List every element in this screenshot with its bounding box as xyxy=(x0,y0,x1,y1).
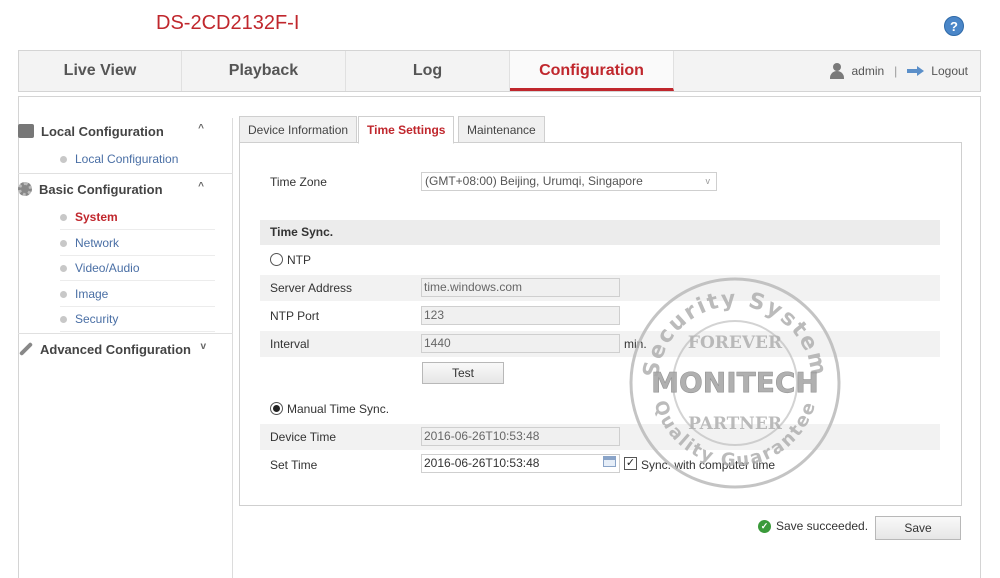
nav-tab-log[interactable]: Log xyxy=(346,51,510,91)
tab-time-settings[interactable]: Time Settings xyxy=(358,116,455,144)
check-circle-icon: ✓ xyxy=(758,519,771,533)
chevron-up-icon: ^ xyxy=(198,123,204,134)
user-icon xyxy=(829,63,845,79)
sidebar-item-label: Network xyxy=(75,236,120,250)
bullet-icon xyxy=(60,240,67,248)
tab-maintenance[interactable]: Maintenance xyxy=(458,116,545,143)
ntp-port-label: NTP Port xyxy=(270,309,320,323)
sidebar-item-label: Local Configuration xyxy=(75,152,179,166)
sidebar-item-label: Image xyxy=(75,287,109,301)
calendar-icon[interactable] xyxy=(603,456,616,467)
device-time-field: 2016-06-26T10:53:48 xyxy=(421,427,620,446)
gear-icon xyxy=(18,182,32,196)
manual-time-sync-label: Manual Time Sync. xyxy=(287,402,390,416)
sidebar-divider xyxy=(18,173,233,174)
sidebar-section-local-label: Local Configuration xyxy=(41,123,164,139)
monitor-icon xyxy=(18,124,34,138)
time-zone-value: (GMT+08:00) Beijing, Urumqi, Singapore xyxy=(425,174,643,188)
time-sync-heading: Time Sync. xyxy=(260,220,940,245)
nav-tab-playback[interactable]: Playback xyxy=(182,51,346,91)
time-zone-select[interactable]: (GMT+08:00) Beijing, Urumqi, Singapore v xyxy=(421,172,717,191)
bullet-icon xyxy=(60,265,67,273)
nav-separator: | xyxy=(894,64,898,78)
sidebar-section-advanced-label: Advanced Configuration xyxy=(40,341,191,357)
sync-computer-time-checkbox[interactable]: ✓ xyxy=(624,457,637,470)
device-time-label: Device Time xyxy=(270,430,337,444)
interval-unit: min. xyxy=(624,337,647,351)
sidebar-item-local-configuration[interactable]: Local Configuration xyxy=(60,147,215,172)
sidebar-item-label: System xyxy=(75,210,118,224)
sidebar-section-local[interactable]: Local Configuration ^ xyxy=(18,123,214,139)
sync-computer-time-label: Sync. with computer time xyxy=(641,458,776,472)
bullet-icon xyxy=(60,214,67,222)
server-address-field[interactable]: time.windows.com xyxy=(421,278,620,297)
bullet-icon xyxy=(60,291,67,299)
chevron-down-icon: v xyxy=(200,341,206,352)
interval-field[interactable]: 1440 xyxy=(421,334,620,353)
server-address-label: Server Address xyxy=(270,281,353,295)
bullet-icon xyxy=(60,316,67,324)
interval-label: Interval xyxy=(270,337,310,351)
test-button[interactable]: Test xyxy=(422,362,504,384)
nav-tab-configuration[interactable]: Configuration xyxy=(510,51,674,91)
chevron-up-icon: ^ xyxy=(198,181,204,192)
set-time-field[interactable]: 2016-06-26T10:53:48 xyxy=(421,454,620,473)
sidebar-item-network[interactable]: Network xyxy=(60,231,215,256)
username: admin xyxy=(851,64,885,78)
sidebar-item-security[interactable]: Security xyxy=(60,307,215,332)
sidebar-item-video-audio[interactable]: Video/Audio xyxy=(60,256,215,281)
sidebar-item-system[interactable]: System xyxy=(60,205,215,230)
user-area: admin | Logout xyxy=(829,51,968,91)
ntp-label: NTP xyxy=(287,253,311,267)
logout-icon[interactable] xyxy=(907,66,925,76)
set-time-label: Set Time xyxy=(270,458,318,472)
device-model-title: DS-2CD2132F-I xyxy=(156,12,300,34)
save-status: ✓ Save succeeded. xyxy=(758,519,868,533)
ntp-port-field[interactable]: 123 xyxy=(421,306,620,325)
ntp-radio[interactable] xyxy=(270,253,283,266)
tab-device-information[interactable]: Device Information xyxy=(239,116,358,143)
wrench-icon xyxy=(18,341,34,357)
manual-time-sync-radio[interactable] xyxy=(270,402,283,415)
main-nav: Live View Playback Log Configuration adm… xyxy=(18,50,981,92)
bullet-icon xyxy=(60,156,67,164)
chevron-down-icon: v xyxy=(705,176,711,186)
time-zone-label: Time Zone xyxy=(270,175,327,189)
save-button[interactable]: Save xyxy=(875,516,961,540)
sidebar-section-advanced[interactable]: Advanced Configuration v xyxy=(18,341,214,357)
nav-tab-live-view[interactable]: Live View xyxy=(19,51,182,91)
sidebar-section-basic[interactable]: Basic Configuration ^ xyxy=(18,181,214,197)
sidebar-item-label: Security xyxy=(75,312,119,326)
sidebar-item-image[interactable]: Image xyxy=(60,282,215,307)
sidebar-divider xyxy=(18,333,233,334)
help-icon[interactable]: ? xyxy=(944,16,964,36)
sidebar-item-label: Video/Audio xyxy=(75,261,140,275)
save-status-text: Save succeeded. xyxy=(776,519,869,533)
logout-link[interactable]: Logout xyxy=(931,51,968,91)
sidebar-section-basic-label: Basic Configuration xyxy=(39,181,163,197)
